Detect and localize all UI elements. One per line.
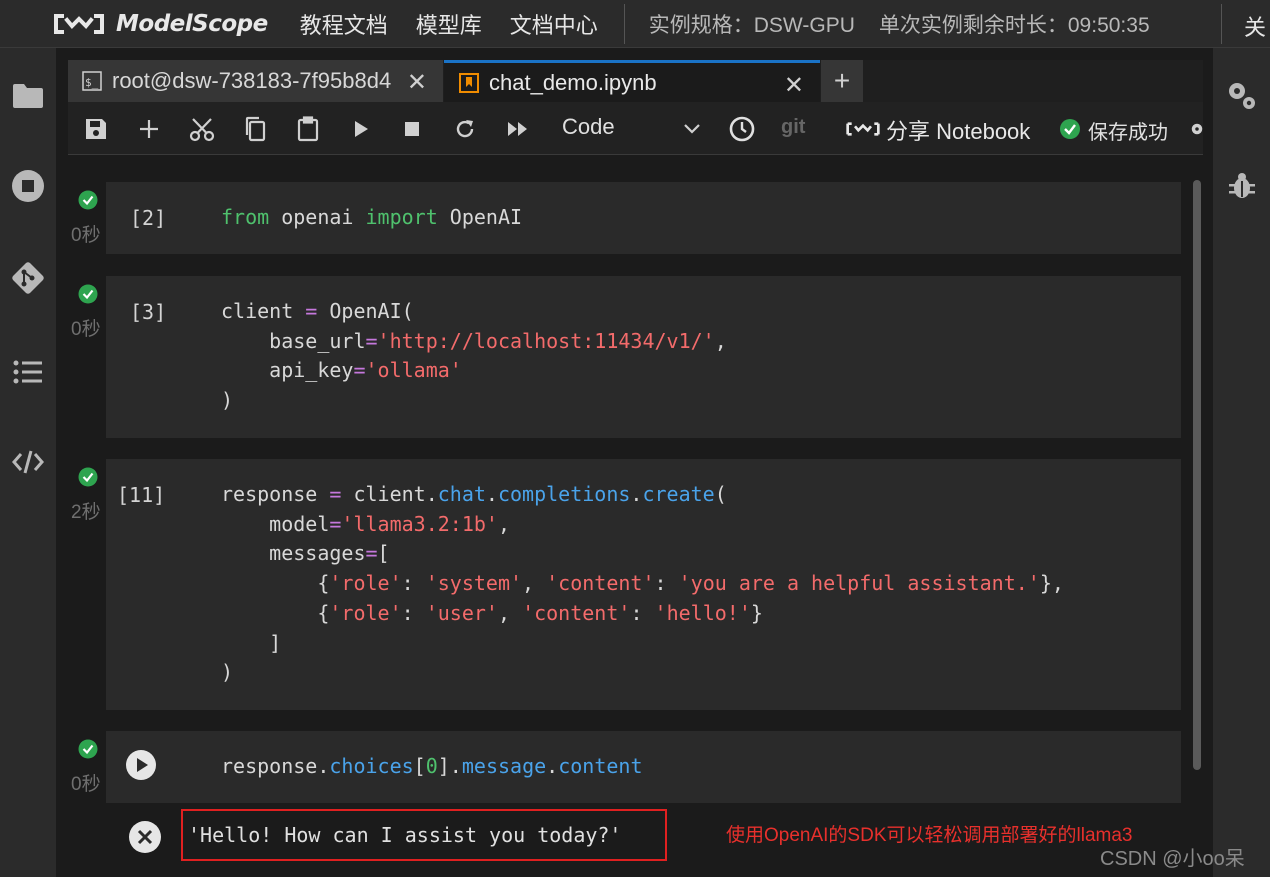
notebook-icon — [459, 72, 479, 93]
watermark: CSDN @小oo呆 — [1100, 848, 1245, 870]
success-check-icon — [78, 284, 98, 304]
scrollbar[interactable] — [1190, 156, 1203, 877]
tab-terminal-label: root@dsw-738183-7f95b8d4 — [112, 68, 392, 93]
nav-tutorial-docs[interactable]: 教程文档 — [300, 8, 388, 40]
chevron-down-icon — [682, 114, 702, 148]
save-icon[interactable] — [82, 115, 110, 143]
share-notebook-button[interactable]: 分享 Notebook — [886, 114, 1030, 146]
git-button[interactable]: git — [781, 116, 805, 139]
settings-icon[interactable] — [1190, 115, 1204, 143]
cell-type-value: Code — [562, 114, 615, 139]
cell-exec-time: 0秒 — [71, 319, 101, 340]
close-instance-button[interactable]: 关 — [1244, 10, 1266, 42]
remaining-time: 单次实例剩余时长：09:50:35 — [878, 13, 1150, 37]
run-cell-button[interactable] — [125, 749, 157, 781]
check-circle-icon — [1056, 115, 1084, 143]
close-circle-icon — [129, 821, 161, 853]
cell-prompt: [3] — [130, 300, 167, 324]
modelscope-share-icon — [844, 115, 882, 143]
new-tab-button[interactable]: + — [821, 60, 863, 102]
divider — [623, 3, 625, 44]
tab-notebook[interactable]: chat_demo.ipynb ✕ — [444, 60, 820, 102]
modelscope-logo-icon — [52, 10, 106, 38]
cell-code[interactable]: response.choices[0].message.content — [221, 752, 643, 782]
brand-name: ModelScope — [116, 10, 268, 37]
clear-output-button[interactable] — [128, 820, 162, 854]
instance-spec: 实例规格：DSW-GPU — [648, 13, 855, 37]
terminal-icon: $_ — [82, 71, 102, 91]
notebook-area: 0秒 [2] from openai import OpenAI 0秒 [3] … — [68, 156, 1190, 877]
cut-icon[interactable] — [188, 115, 216, 143]
nav-doc-center[interactable]: 文档中心 — [510, 8, 598, 40]
cell-exec-time: 2秒 — [71, 502, 101, 523]
cell-prompt: [2] — [130, 206, 167, 230]
svg-text:$_: $_ — [85, 76, 99, 89]
close-icon[interactable]: ✕ — [784, 71, 804, 100]
run-icon[interactable] — [347, 115, 375, 143]
bug-icon[interactable] — [1224, 168, 1260, 204]
success-check-icon — [78, 190, 98, 210]
code-icon[interactable] — [10, 444, 46, 480]
code-cell[interactable]: [3] client = OpenAI( base_url='http://lo… — [106, 276, 1181, 438]
cell-prompt: [11] — [117, 483, 166, 507]
folder-icon[interactable] — [10, 78, 46, 114]
tab-terminal[interactable]: $_ root@dsw-738183-7f95b8d4 ✕ — [68, 60, 443, 102]
output-highlight-box: 'Hello! How can I assist you today?' — [181, 809, 667, 861]
scrollbar-thumb[interactable] — [1193, 180, 1201, 770]
tab-bar: $_ root@dsw-738183-7f95b8d4 ✕ chat_demo.… — [68, 60, 1203, 102]
success-check-icon — [78, 467, 98, 487]
cell-code[interactable]: from openai import OpenAI — [221, 203, 522, 233]
top-bar: ModelScope 教程文档 模型库 文档中心 实例规格：DSW-GPU 单次… — [0, 0, 1270, 48]
cell-code[interactable]: client = OpenAI( base_url='http://localh… — [221, 297, 727, 416]
save-status: 保存成功 — [1088, 122, 1168, 144]
play-circle-icon — [126, 750, 156, 780]
plus-icon: + — [833, 65, 851, 96]
divider — [1221, 4, 1222, 44]
nav-model-library[interactable]: 模型库 — [416, 8, 482, 40]
output-text: 'Hello! How can I assist you today?' — [188, 823, 622, 847]
fast-forward-icon[interactable] — [504, 115, 532, 143]
gears-icon[interactable] — [1224, 78, 1260, 114]
stop-icon[interactable] — [398, 115, 426, 143]
notebook-toolbar: Code git 分享 Notebook 保存成功 — [68, 102, 1203, 155]
gutter — [56, 48, 68, 877]
add-cell-icon[interactable] — [135, 115, 163, 143]
code-cell[interactable]: [11] response = client.chat.completions.… — [106, 459, 1181, 710]
copy-icon[interactable] — [241, 115, 269, 143]
list-icon[interactable] — [10, 354, 46, 390]
right-sidebar — [1213, 48, 1270, 877]
tab-notebook-label: chat_demo.ipynb — [489, 69, 657, 95]
success-check-icon — [78, 739, 98, 759]
cell-output: 'Hello! How can I assist you today?' 使用O… — [106, 804, 1181, 870]
code-cell[interactable]: [2] from openai import OpenAI — [106, 182, 1181, 254]
paste-icon[interactable] — [294, 115, 322, 143]
git-icon[interactable] — [10, 260, 46, 296]
close-icon[interactable]: ✕ — [407, 68, 427, 97]
code-cell[interactable]: response.choices[0].message.content — [106, 731, 1181, 803]
left-sidebar — [0, 48, 56, 877]
annotation-text: 使用OpenAI的SDK可以轻松调用部署好的llama3 — [726, 825, 1133, 846]
modelscope-logo[interactable]: ModelScope — [52, 0, 268, 48]
restart-icon[interactable] — [451, 115, 479, 143]
cell-type-select[interactable]: Code — [562, 114, 702, 144]
cell-exec-time: 0秒 — [71, 225, 101, 246]
clock-icon[interactable] — [728, 115, 756, 143]
cell-exec-time: 0秒 — [71, 774, 101, 795]
stop-circle-icon[interactable] — [10, 168, 46, 204]
cell-code[interactable]: response = client.chat.completions.creat… — [221, 480, 1064, 688]
